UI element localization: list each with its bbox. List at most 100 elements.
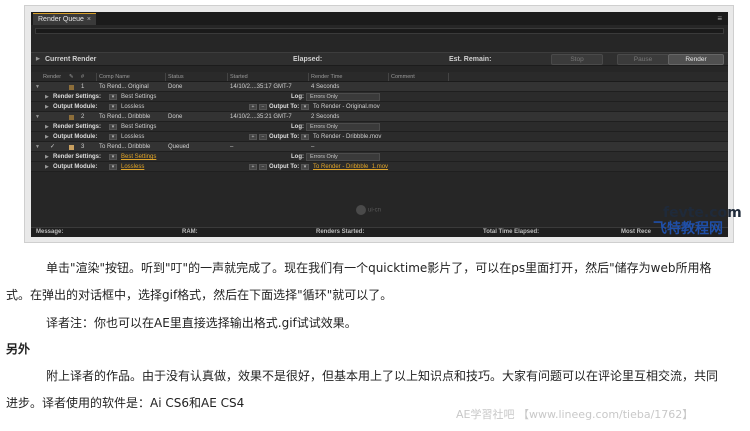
- dropdown-arrow-icon[interactable]: ▾: [301, 134, 309, 140]
- panel-menu-icon[interactable]: ≡: [717, 13, 722, 24]
- expand-triangle-icon[interactable]: ▶: [45, 92, 49, 102]
- remove-output-icon[interactable]: −: [259, 164, 267, 170]
- expand-triangle-icon[interactable]: ▶: [45, 122, 49, 132]
- footer-watermark: AE学習社吧 【www.lineeg.com/tieba/1762】: [456, 408, 694, 421]
- log-label: Log:: [291, 124, 304, 130]
- paragraph-line: 式。在弹出的对话框中，选择gif格式，然后在下面选择"循环"就可以了。: [6, 288, 393, 302]
- col-render-time[interactable]: Render Time: [311, 72, 343, 82]
- render-queue-list: ▼ 1 To Rend... Original Done 14/10/2....…: [31, 82, 728, 172]
- output-to-value[interactable]: To Render - Dribbble.mov: [313, 132, 381, 142]
- render-button[interactable]: Render: [668, 54, 724, 65]
- render-settings-row: ▶ Render Settings: ▾ Best Settings Log: …: [31, 152, 728, 162]
- render-settings-value[interactable]: Best Settings: [121, 122, 156, 132]
- item-status: Done: [168, 84, 183, 90]
- item-render-time: 4 Seconds: [311, 84, 340, 90]
- render-settings-label: Render Settings:: [53, 124, 102, 130]
- translator-note: 译者注：你也可以在AE里直接选择输出格式.gif试试效果。: [46, 316, 357, 330]
- section-heading: 另外: [6, 342, 31, 356]
- log-label: Log:: [291, 94, 304, 100]
- dropdown-arrow-icon[interactable]: ▾: [301, 164, 309, 170]
- item-started: 14/10/2....35:21 GMT-7: [230, 114, 292, 120]
- expand-triangle-icon[interactable]: ▶: [45, 132, 49, 142]
- output-module-label: Output Module:: [53, 164, 98, 170]
- tag-icon[interactable]: ✎: [69, 72, 74, 82]
- output-module-label: Output Module:: [53, 134, 98, 140]
- dropdown-arrow-icon[interactable]: ▾: [109, 154, 117, 160]
- collapse-triangle-icon[interactable]: ▼: [35, 142, 40, 152]
- screenshot-frame: Render Queue × ≡ ▶ Current Render Elapsed…: [24, 5, 742, 243]
- output-module-value[interactable]: Lossless: [121, 102, 144, 112]
- expand-triangle-icon[interactable]: ▶: [45, 102, 49, 112]
- col-num[interactable]: #: [81, 72, 84, 82]
- add-output-icon[interactable]: +: [249, 164, 257, 170]
- paragraph-line: 单击"渲染"按钮。听到"叮"的一声就完成了。现在我们有一个quicktime影片…: [46, 261, 712, 275]
- log-label: Log:: [291, 154, 304, 160]
- most-recent-label: Most Rece: [621, 229, 652, 235]
- log-dropdown[interactable]: Errors Only: [306, 93, 380, 101]
- output-module-label: Output Module:: [53, 104, 98, 110]
- comp-name: To Rend... Original: [99, 84, 149, 90]
- expand-triangle-icon[interactable]: ▶: [36, 53, 40, 66]
- output-to-value[interactable]: To Render - Dribbble_1.mov: [313, 162, 388, 172]
- dropdown-arrow-icon[interactable]: ▾: [301, 104, 309, 110]
- add-output-icon[interactable]: +: [249, 104, 257, 110]
- logo-circle-icon: [356, 205, 366, 215]
- remove-output-icon[interactable]: −: [259, 104, 267, 110]
- label-color-swatch[interactable]: [69, 145, 74, 150]
- panel-logo: ui-cn: [356, 205, 381, 215]
- total-elapsed-label: Total Time Elapsed:: [483, 229, 540, 235]
- paragraph-line: 附上译者的作品。由于没有认真做，效果不是很好，但基本用上了以上知识点和技巧。大家…: [46, 369, 719, 383]
- output-module-value[interactable]: Lossless: [121, 132, 144, 142]
- current-render-label: Current Render: [45, 56, 97, 63]
- ram-label: RAM:: [182, 229, 198, 235]
- output-module-value[interactable]: Lossless: [121, 162, 144, 172]
- comp-name: To Rend... Dribbble: [99, 114, 151, 120]
- render-settings-label: Render Settings:: [53, 94, 102, 100]
- queue-item-row[interactable]: ▼ 2 To Rend... Dribbble Done 14/10/2....…: [31, 112, 728, 122]
- tab-render-queue[interactable]: Render Queue ×: [33, 13, 97, 25]
- est-remain-label: Est. Remain:: [449, 56, 492, 63]
- message-label: Message:: [36, 229, 64, 235]
- col-comment[interactable]: Comment: [391, 72, 415, 82]
- collapse-triangle-icon[interactable]: ▼: [35, 112, 40, 122]
- render-checkbox[interactable]: ✓: [50, 142, 55, 152]
- item-started: –: [230, 144, 234, 150]
- output-to-label: Output To:: [269, 104, 300, 110]
- collapse-triangle-icon[interactable]: ▼: [35, 82, 40, 92]
- output-to-label: Output To:: [269, 164, 300, 170]
- dropdown-arrow-icon[interactable]: ▾: [109, 134, 117, 140]
- label-color-swatch[interactable]: [69, 115, 74, 120]
- col-started[interactable]: Started: [230, 72, 248, 82]
- expand-triangle-icon[interactable]: ▶: [45, 152, 49, 162]
- col-comp-name[interactable]: Comp Name: [99, 72, 130, 82]
- panel-logo-text: ui-cn: [368, 207, 382, 214]
- output-to-value[interactable]: To Render - Original.mov: [313, 102, 380, 112]
- queue-item-row[interactable]: ▼ ✓ 3 To Rend... Dribbble Queued – –: [31, 142, 728, 152]
- render-settings-value[interactable]: Best Settings: [121, 92, 156, 102]
- item-status: Done: [168, 114, 183, 120]
- dropdown-arrow-icon[interactable]: ▾: [109, 164, 117, 170]
- dropdown-arrow-icon[interactable]: ▾: [109, 94, 117, 100]
- add-output-icon[interactable]: +: [249, 134, 257, 140]
- close-icon[interactable]: ×: [87, 16, 91, 23]
- queue-item-row[interactable]: ▼ 1 To Rend... Original Done 14/10/2....…: [31, 82, 728, 92]
- item-number: 2: [81, 114, 85, 120]
- stop-button[interactable]: Stop: [551, 54, 603, 65]
- render-settings-label: Render Settings:: [53, 154, 102, 160]
- watermark-site: fevte.com: [663, 205, 742, 221]
- col-status[interactable]: Status: [168, 72, 184, 82]
- current-render-bar: ▶ Current Render Elapsed: Est. Remain: S…: [31, 52, 728, 66]
- col-render[interactable]: Render: [43, 72, 61, 82]
- expand-triangle-icon[interactable]: ▶: [45, 162, 49, 172]
- pause-button[interactable]: Pause: [617, 54, 669, 65]
- render-settings-row: ▶ Render Settings: ▾ Best Settings Log: …: [31, 92, 728, 102]
- dropdown-arrow-icon[interactable]: ▾: [109, 104, 117, 110]
- render-progress-bar: [35, 28, 724, 34]
- status-bar: Message: RAM: Renders Started: Total Tim…: [31, 227, 728, 237]
- render-settings-value[interactable]: Best Settings: [121, 152, 156, 162]
- remove-output-icon[interactable]: −: [259, 134, 267, 140]
- label-color-swatch[interactable]: [69, 85, 74, 90]
- log-dropdown[interactable]: Errors Only: [306, 153, 380, 161]
- dropdown-arrow-icon[interactable]: ▾: [109, 124, 117, 130]
- log-dropdown[interactable]: Errors Only: [306, 123, 380, 131]
